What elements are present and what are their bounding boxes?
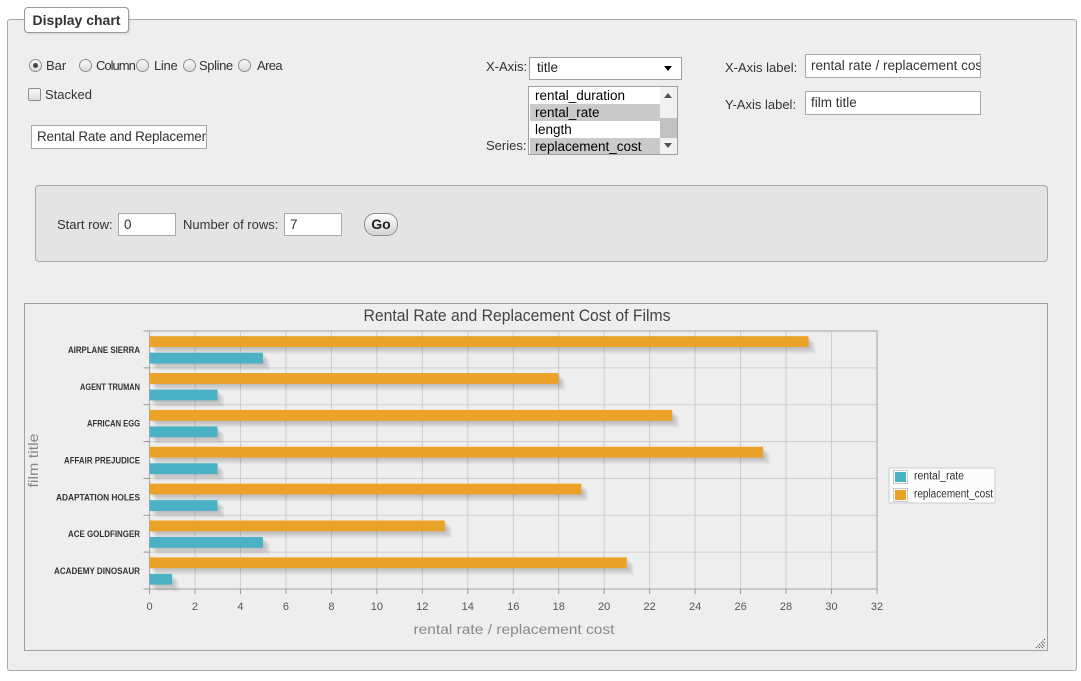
svg-text:10: 10 bbox=[371, 601, 383, 613]
svg-text:22: 22 bbox=[644, 601, 656, 613]
svg-text:2: 2 bbox=[192, 601, 198, 613]
svg-text:AGENT TRUMAN: AGENT TRUMAN bbox=[80, 382, 140, 393]
svg-text:12: 12 bbox=[416, 601, 428, 613]
svg-text:AFRICAN EGG: AFRICAN EGG bbox=[87, 419, 140, 430]
svg-text:8: 8 bbox=[328, 601, 334, 613]
svg-text:6: 6 bbox=[283, 601, 289, 613]
svg-text:AFFAIR PREJUDICE: AFFAIR PREJUDICE bbox=[64, 456, 140, 467]
svg-text:ACADEMY DINOSAUR: ACADEMY DINOSAUR bbox=[54, 566, 140, 577]
svg-text:rental rate / replacement cost: rental rate / replacement cost bbox=[414, 621, 615, 637]
svg-text:4: 4 bbox=[237, 601, 243, 613]
svg-text:20: 20 bbox=[598, 601, 610, 613]
svg-text:18: 18 bbox=[553, 601, 565, 613]
svg-text:film title: film title bbox=[25, 433, 41, 487]
svg-text:AIRPLANE SIERRA: AIRPLANE SIERRA bbox=[68, 345, 140, 356]
svg-text:14: 14 bbox=[462, 601, 474, 613]
svg-text:24: 24 bbox=[689, 601, 701, 613]
svg-text:32: 32 bbox=[871, 601, 883, 613]
svg-text:ADAPTATION HOLES: ADAPTATION HOLES bbox=[56, 492, 140, 503]
svg-text:28: 28 bbox=[780, 601, 792, 613]
svg-text:30: 30 bbox=[825, 601, 837, 613]
svg-text:16: 16 bbox=[507, 601, 519, 613]
svg-text:0: 0 bbox=[146, 601, 152, 613]
svg-text:rental_rate: rental_rate bbox=[914, 471, 964, 483]
svg-text:replacement_cost: replacement_cost bbox=[914, 489, 994, 501]
svg-text:ACE GOLDFINGER: ACE GOLDFINGER bbox=[68, 529, 140, 540]
svg-text:26: 26 bbox=[734, 601, 746, 613]
svg-text:Rental Rate and Replacement Co: Rental Rate and Replacement Cost of Film… bbox=[364, 306, 671, 325]
